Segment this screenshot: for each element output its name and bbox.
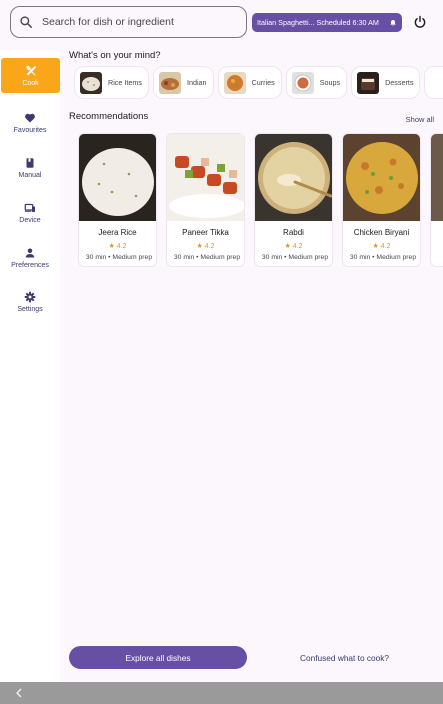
- dish-card-rabdi[interactable]: Rabdi ★ 4.2 30 min • Medium prep: [254, 133, 333, 267]
- dish-rating: ★ 4.2: [108, 243, 127, 250]
- category-chip-soups[interactable]: Soups: [285, 66, 348, 99]
- chicken-biryani-image: [343, 134, 420, 221]
- jeera-rice-image: [79, 134, 156, 221]
- recommendation-list: Jeera Rice ★ 4.2 30 min • Medium prep Pa…: [78, 133, 443, 269]
- sidebar-item-label: Settings: [17, 306, 43, 313]
- category-chip-desserts[interactable]: Desserts: [351, 66, 421, 99]
- category-label: Soups: [319, 78, 341, 87]
- dish-rating: ★ 4.2: [372, 243, 391, 250]
- sidebar-item-label: Favourites: [13, 127, 47, 134]
- search-bar[interactable]: [10, 6, 247, 38]
- system-nav-bar: [0, 682, 443, 704]
- desserts-image: [357, 71, 380, 94]
- dish-name: Paneer Tikka: [182, 228, 229, 237]
- dish-meta: 30 min • Medium prep: [349, 254, 417, 261]
- dish-rating: ★ 4.2: [196, 243, 215, 250]
- dish-rating: ★ 4.2: [284, 243, 303, 250]
- sidebar-item-settings[interactable]: Settings: [0, 284, 60, 320]
- category-list: Rice Items Indian Curries Soups Desserts: [74, 66, 443, 102]
- rabdi-image: [255, 134, 332, 221]
- dish-name: Chicken Biryani: [353, 228, 410, 237]
- category-label: Curries: [251, 78, 275, 87]
- dish-card-chicken-biryani[interactable]: Chicken Biryani ★ 4.2 30 min • Medium pr…: [342, 133, 421, 267]
- gear-icon: [24, 291, 36, 303]
- heart-icon: [25, 113, 35, 123]
- recommendations-title: Recommendations: [69, 111, 149, 122]
- show-all-link[interactable]: Show all: [406, 115, 434, 124]
- search-icon: [20, 16, 33, 29]
- category-label: Rice Items: [108, 78, 142, 87]
- sidebar-item-label: Preferences: [11, 262, 49, 269]
- category-chip-rice-items[interactable]: Rice Items: [74, 66, 149, 99]
- category-chip-more[interactable]: [424, 66, 443, 99]
- main-content: What's on your mind? Rice Items Indian C…: [60, 44, 443, 682]
- scheduled-cook-chip[interactable]: Italian Spaghetti... Scheduled 6:30 AM: [252, 13, 402, 32]
- dish-meta: 30 min • Medium prep: [173, 254, 241, 261]
- bell-icon: [390, 19, 396, 26]
- dish-card-jeera-rice[interactable]: Jeera Rice ★ 4.2 30 min • Medium prep: [78, 133, 157, 267]
- scheduled-cook-text: Italian Spaghetti... Scheduled 6:30 AM: [257, 18, 379, 27]
- rice-items-image: [80, 71, 102, 94]
- power-icon[interactable]: [413, 15, 427, 29]
- dish-name: Jeera Rice: [98, 228, 137, 237]
- dish-name: Rabdi: [283, 228, 304, 237]
- sidebar-item-preferences[interactable]: Preferences: [0, 240, 60, 276]
- search-input[interactable]: [42, 16, 232, 28]
- sidebar-item-label: Device: [19, 217, 41, 224]
- dish-image: [431, 134, 443, 221]
- sidebar-item-favourites[interactable]: Favourites: [0, 105, 60, 141]
- sidebar-item-device[interactable]: Device: [0, 195, 60, 231]
- sidebar-item-cook[interactable]: Cook: [1, 58, 60, 93]
- category-chip-curries[interactable]: Curries: [217, 66, 282, 99]
- top-bar: Italian Spaghetti... Scheduled 6:30 AM: [0, 0, 443, 44]
- device-icon: [24, 203, 35, 212]
- category-label: Indian: [186, 78, 207, 87]
- category-label: Desserts: [385, 78, 414, 87]
- curries-image: [223, 71, 246, 94]
- dish-meta: 30 min • Medium prep: [261, 254, 329, 261]
- person-icon: [25, 248, 35, 258]
- sidebar-item-label: Manual: [18, 172, 42, 179]
- paneer-tikka-image: [167, 134, 244, 221]
- sidebar-item-manual[interactable]: Manual: [0, 150, 60, 186]
- back-icon[interactable]: [14, 688, 24, 698]
- whats-on-your-mind-title: What's on your mind?: [69, 50, 161, 61]
- indian-image: [158, 71, 181, 94]
- confused-what-to-cook-link[interactable]: Confused what to cook?: [300, 653, 389, 663]
- dish-card-paneer-tikka[interactable]: Paneer Tikka ★ 4.2 30 min • Medium prep: [166, 133, 245, 267]
- sidebar-nav: Cook Favourites Manual Device Preference…: [0, 50, 60, 682]
- explore-all-dishes-button[interactable]: Explore all dishes: [69, 646, 247, 669]
- soups-image: [291, 71, 314, 94]
- fork-knife-icon: [25, 64, 36, 76]
- sidebar-item-label: Cook: [22, 79, 39, 87]
- dish-card-partial[interactable]: [430, 133, 443, 267]
- book-icon: [26, 158, 34, 168]
- category-chip-indian[interactable]: Indian: [152, 66, 214, 99]
- dish-meta: 30 min • Medium prep: [85, 254, 153, 261]
